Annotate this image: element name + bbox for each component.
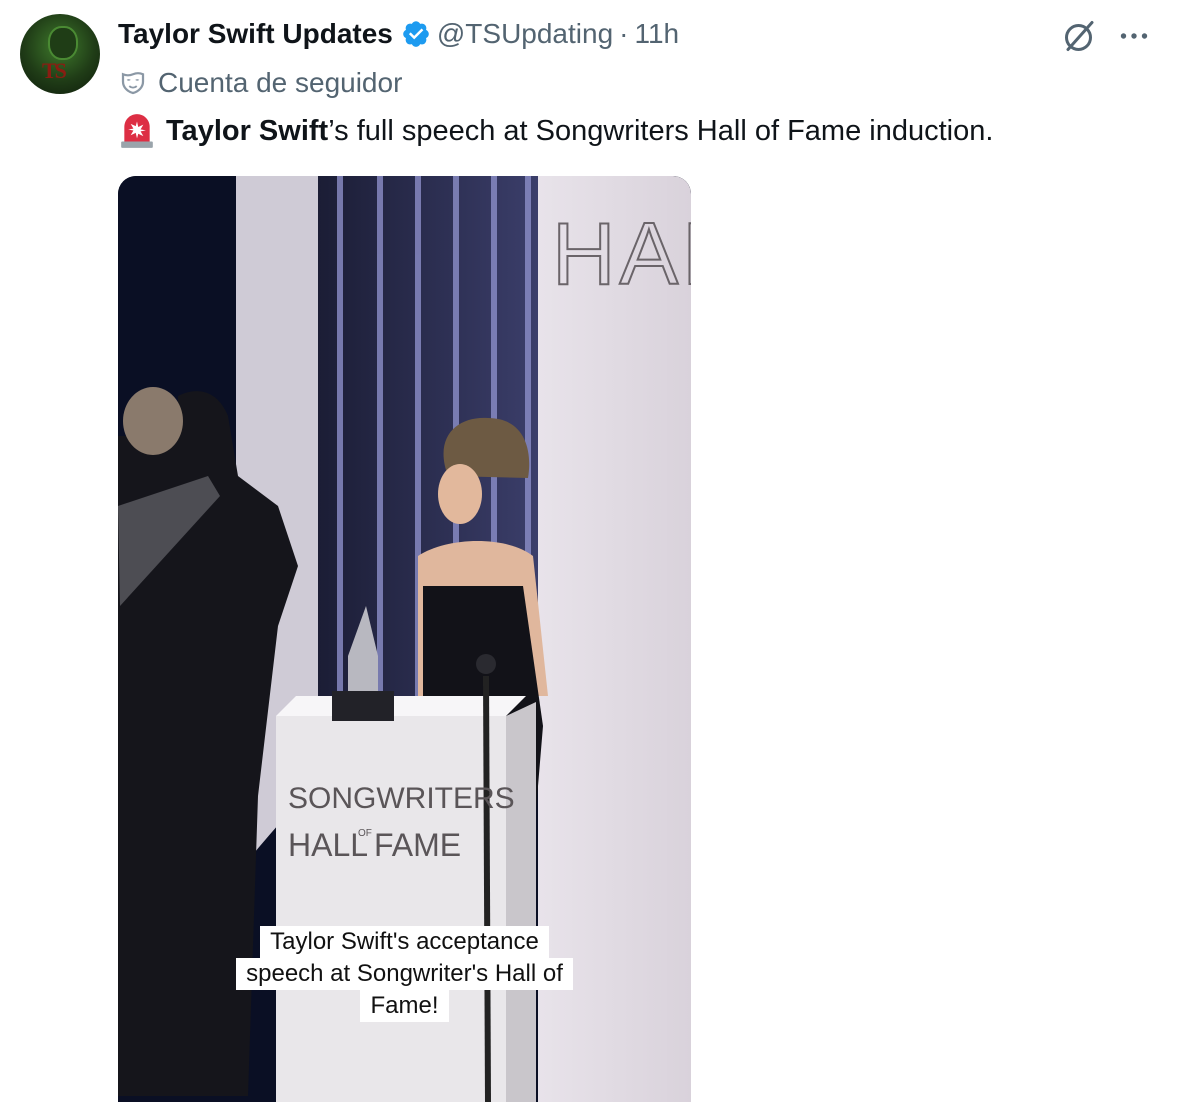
more-options-icon[interactable] <box>1116 18 1152 54</box>
caption-line-3: Fame! <box>360 990 449 1022</box>
account-context: Cuenta de seguidor <box>118 64 402 102</box>
podium-text-line1: SONGWRITERS <box>288 782 515 815</box>
caption-line-2: speech at Songwriter's Hall of <box>236 958 573 990</box>
podium-text-line3: FAME <box>374 827 461 863</box>
caption-line-1: Taylor Swift's acceptance <box>260 926 549 958</box>
wall-sign: HALL <box>552 204 691 303</box>
display-name[interactable]: Taylor Swift Updates <box>118 18 393 50</box>
separator-dot: · <box>619 18 629 49</box>
avatar-face <box>48 26 78 60</box>
grok-icon[interactable] <box>1062 18 1098 54</box>
video-player[interactable]: HALL SONGWRITERS HALL OF FAME Taylor Swi… <box>118 176 691 1102</box>
video-caption: Taylor Swift's acceptance speech at Song… <box>118 926 691 1022</box>
context-label: Cuenta de seguidor <box>158 67 403 98</box>
tweet-body: ’s full speech at Songwriters Hall of Fa… <box>328 114 994 147</box>
verified-badge-icon <box>403 21 429 47</box>
podium-text-line2: HALL <box>288 827 368 863</box>
tweet-text: Taylor Swift’s full speech at Songwriter… <box>118 110 993 152</box>
tweet-header: Taylor Swift Updates @TSUpdating · 11h <box>118 14 679 54</box>
timestamp[interactable]: 11h <box>634 18 679 50</box>
mask-icon <box>121 72 145 95</box>
podium-text-of: OF <box>358 828 372 839</box>
mention-name: Taylor Swift <box>166 114 329 147</box>
user-handle[interactable]: @TSUpdating <box>437 18 613 50</box>
avatar-logo: TS <box>42 58 67 83</box>
police-light-emoji <box>121 114 153 148</box>
avatar[interactable]: TS <box>20 14 100 94</box>
